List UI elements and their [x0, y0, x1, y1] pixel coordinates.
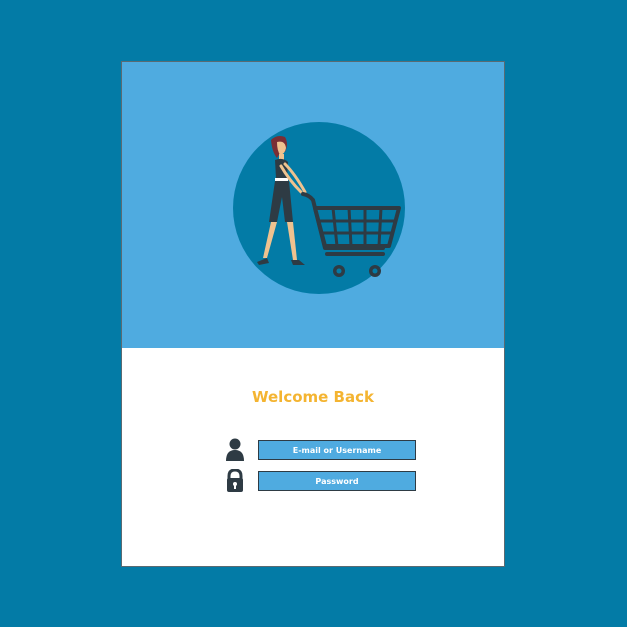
- login-card: Welcome Back E-mail or Username Password: [121, 61, 505, 567]
- woman-figure: [257, 136, 307, 265]
- email-field[interactable]: E-mail or Username: [258, 440, 416, 460]
- welcome-heading: Welcome Back: [252, 388, 374, 406]
- hero-banner: [122, 62, 504, 348]
- user-icon: [226, 438, 244, 461]
- lock-icon: [227, 469, 243, 492]
- cart-shape: [301, 192, 401, 256]
- password-field[interactable]: Password: [258, 471, 416, 491]
- shopping-woman-cart-illustration: [257, 136, 401, 277]
